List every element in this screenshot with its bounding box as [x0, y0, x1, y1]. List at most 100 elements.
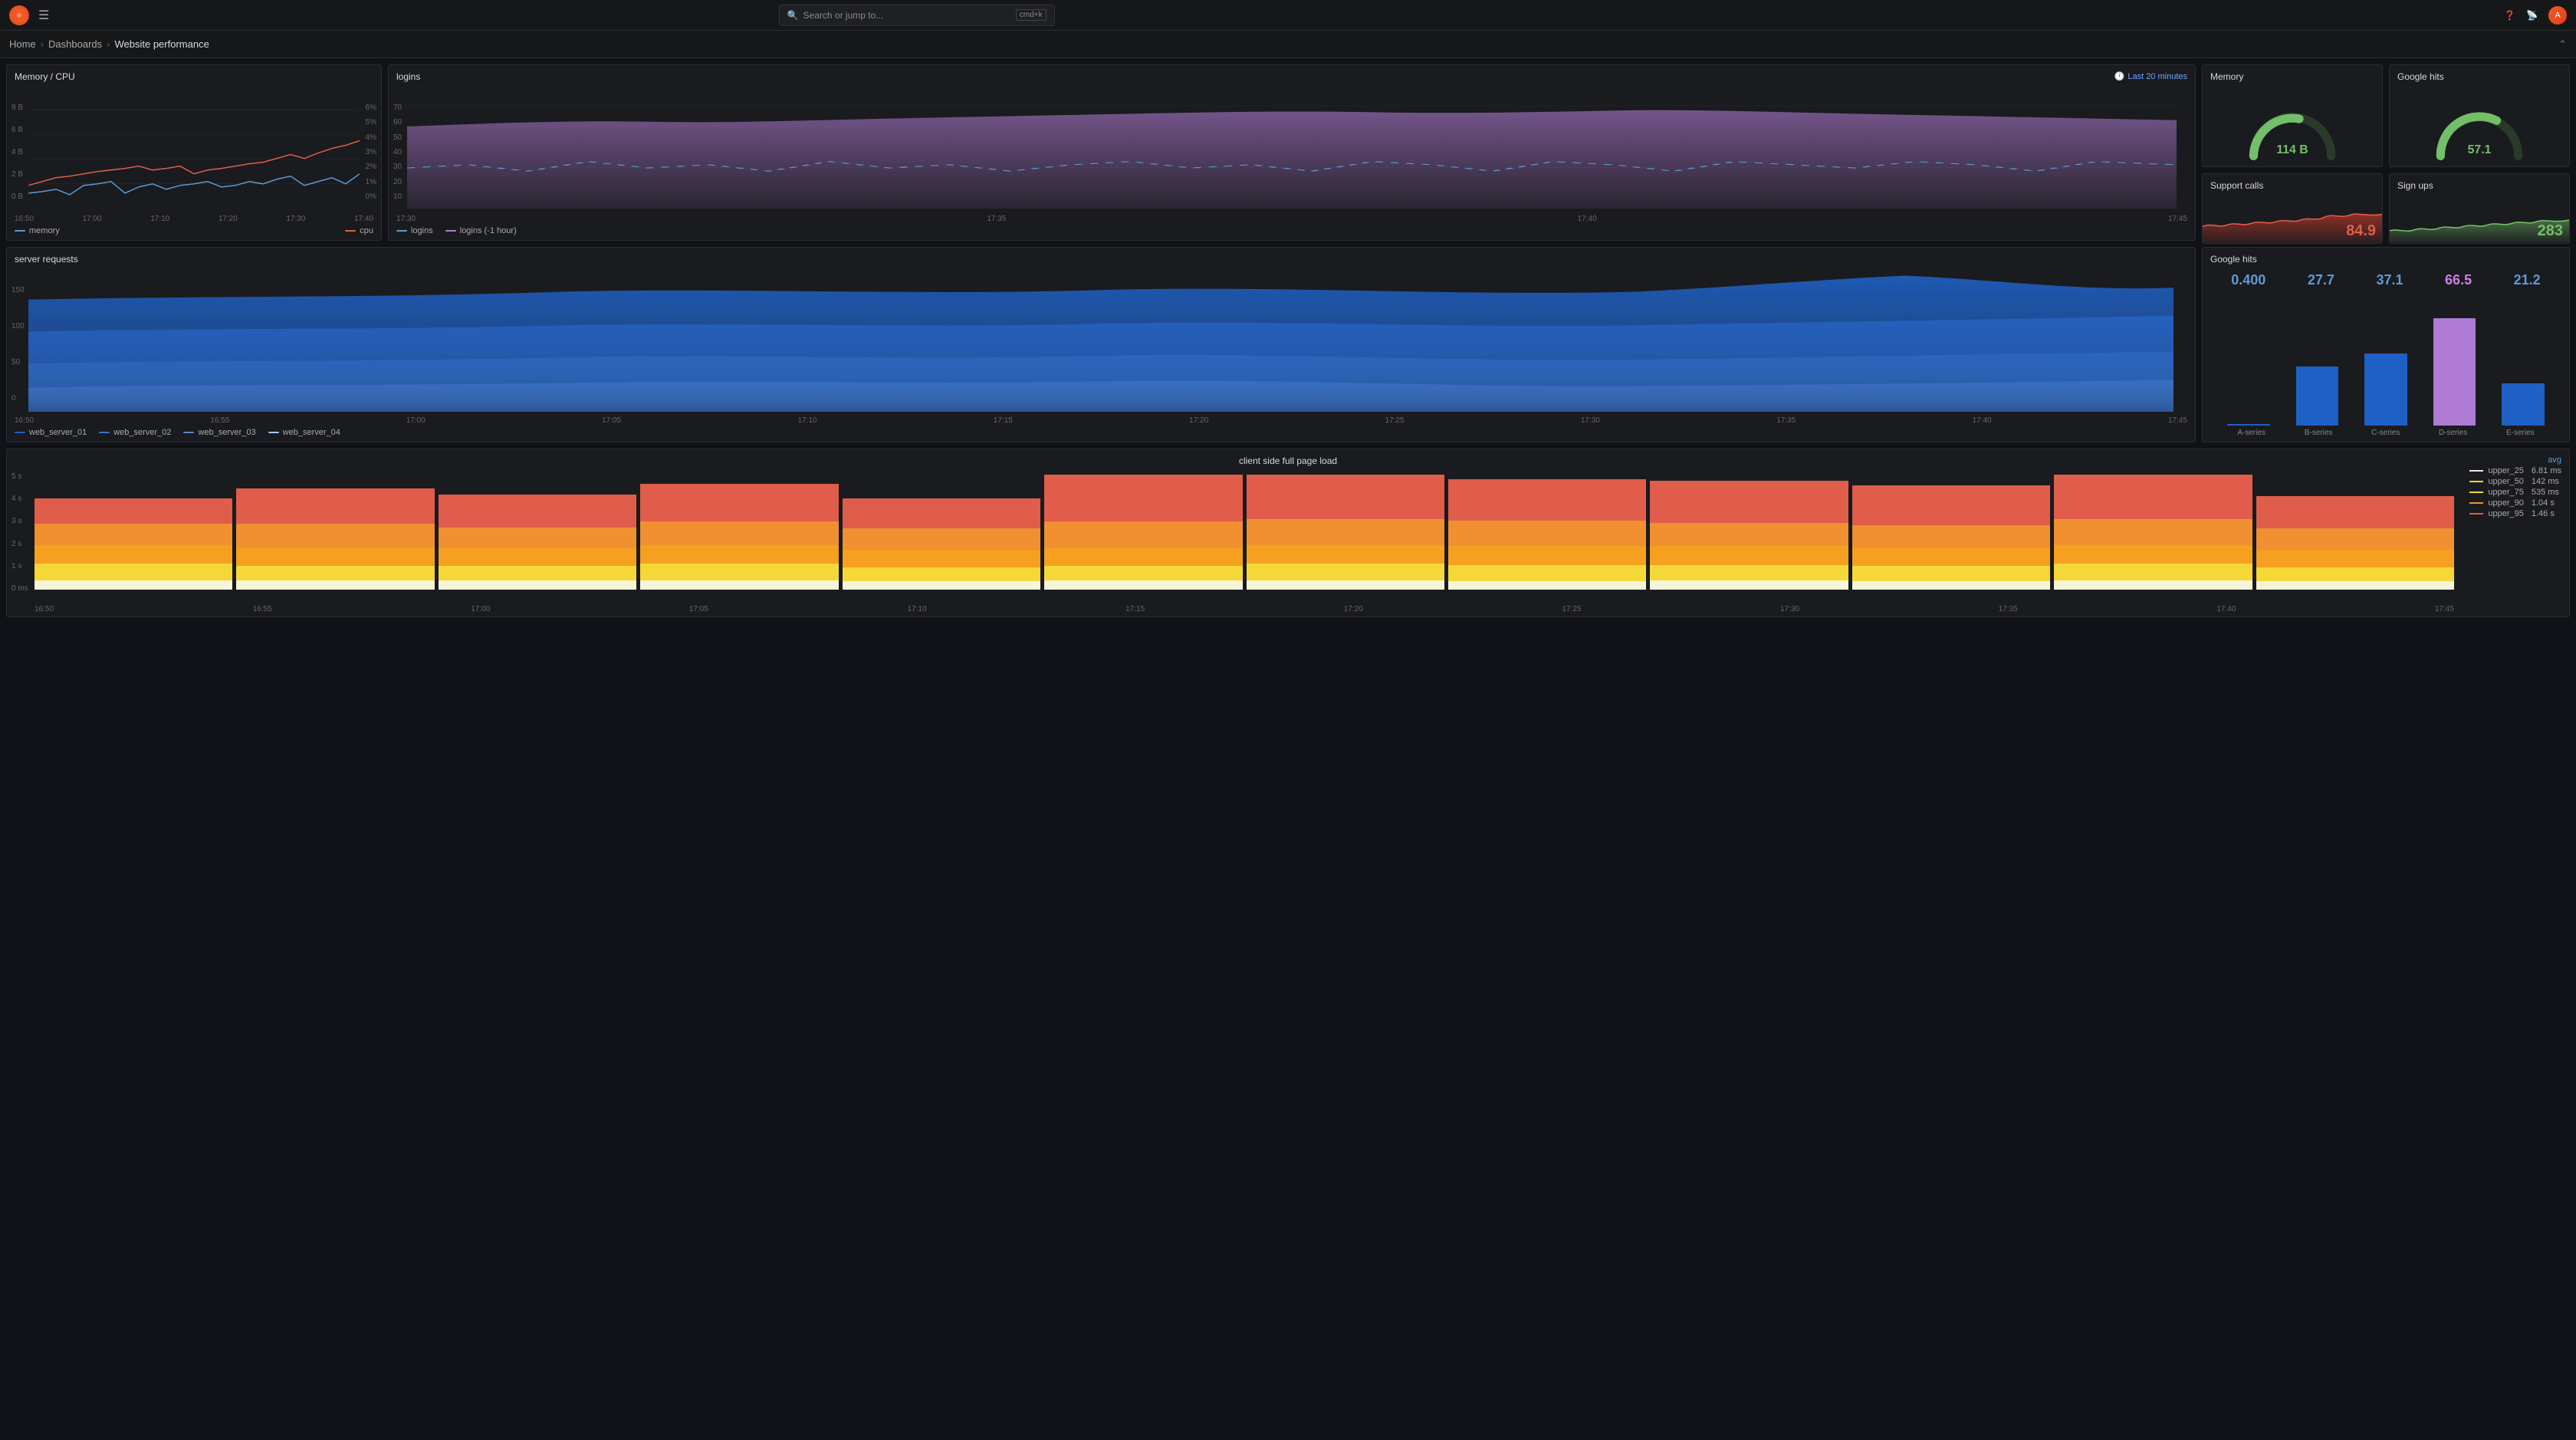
- sign-ups-chart: 283: [2390, 194, 2569, 243]
- logins-svg: [389, 85, 2195, 209]
- google-hits-gauge-svg: 57.1: [2426, 91, 2533, 160]
- legend-srv4: web_server_04: [268, 428, 340, 437]
- gh-label-a: A-series: [2237, 429, 2266, 437]
- logins-1h-dot: [445, 230, 456, 232]
- legend-upper90: upper_90 1.04 s: [2469, 498, 2561, 508]
- google-hits-xlabels: A-series B-series C-series D-series E-se…: [2203, 426, 2569, 442]
- dashboards-link[interactable]: Dashboards: [48, 38, 102, 50]
- avg-label: avg: [2469, 455, 2561, 465]
- stacked-bar-12: [2256, 472, 2454, 590]
- server-requests-panel: server requests 150 100 50 0: [6, 247, 2196, 442]
- gh-label-c: C-series: [2371, 429, 2400, 437]
- bar-d-rect: [2433, 318, 2476, 426]
- memory-cpu-title: Memory / CPU: [7, 65, 381, 85]
- search-shortcut: cmd+k: [1016, 9, 1046, 21]
- support-calls-title: Support calls: [2203, 174, 2382, 194]
- google-hits-bars-container: [2203, 288, 2569, 426]
- row-2: server requests 150 100 50 0: [6, 247, 2570, 442]
- bar-d: [2424, 294, 2486, 426]
- breadcrumb-sep1: ›: [41, 38, 44, 50]
- stacked-bar-11: [2054, 472, 2252, 590]
- upper95-dot: [2469, 513, 2483, 515]
- gh-val-c: 37.1: [2376, 272, 2403, 288]
- y-labels-left: 8 B 6 B 4 B 2 B 0 B: [12, 104, 23, 201]
- sparkline-row: Support calls 84.9: [2202, 173, 2570, 244]
- dashboard: Memory / CPU 8 B 6 B 4 B 2 B 0 B 6% 5% 4…: [0, 58, 2576, 623]
- logins-y-labels: 70 60 50 40 30 20 10: [393, 104, 402, 201]
- server-requests-chart: 150 100 50 0: [7, 268, 2195, 418]
- memory-cpu-svg: [7, 85, 381, 209]
- breadcrumb: Home › Dashboards › Website performance …: [0, 31, 2576, 58]
- bar1-upper75: [34, 545, 232, 564]
- gh-val-a: 0.400: [2231, 272, 2266, 288]
- row-3: client side full page load avg upper_25 …: [6, 449, 2570, 617]
- server-requests-title: server requests: [7, 248, 2195, 268]
- logins-title: logins: [389, 65, 2195, 85]
- svg-text:114 B: 114 B: [2276, 143, 2308, 156]
- memory-cpu-legend: memory cpu: [7, 223, 381, 240]
- logins-chart: 70 60 50 40 30 20 10: [389, 85, 2195, 216]
- google-hits-gauge-title: Google hits: [2390, 65, 2569, 85]
- upper50-dot: [2469, 481, 2483, 482]
- memory-gauge-title: Memory: [2203, 65, 2382, 85]
- menu-icon[interactable]: ☰: [38, 8, 49, 23]
- svg-text:57.1: 57.1: [2468, 143, 2492, 156]
- gauge-row-top: Memory 114 B Google hits: [2202, 64, 2570, 167]
- legend-srv1: web_server_01: [15, 428, 87, 437]
- stacked-bar-2: [236, 472, 434, 590]
- row-1: Memory / CPU 8 B 6 B 4 B 2 B 0 B 6% 5% 4…: [6, 64, 2570, 241]
- sign-ups-title: Sign ups: [2390, 174, 2569, 194]
- bar-b: [2287, 294, 2348, 426]
- stacked-bar-7: [1247, 472, 1444, 590]
- breadcrumb-sep2: ›: [107, 38, 110, 50]
- stacked-bar-8: [1448, 472, 1646, 590]
- google-hits-values-row: 0.400 27.7 37.1 66.5 21.2: [2203, 268, 2569, 288]
- current-page: Website performance: [114, 38, 209, 50]
- logins-panel: logins 🕐 Last 20 minutes 70 60 50 40 30 …: [388, 64, 2196, 241]
- help-icon[interactable]: ❓: [2504, 10, 2515, 21]
- legend-upper75: upper_75 535 ms: [2469, 488, 2561, 497]
- stacked-bars-container: [7, 469, 2569, 605]
- home-link[interactable]: Home: [9, 38, 36, 50]
- upper75-dot: [2469, 492, 2483, 493]
- client-page-load-title: client side full page load: [7, 449, 2569, 469]
- grafana-logo[interactable]: [9, 5, 29, 25]
- server-y-labels: 150 100 50 0: [12, 286, 25, 403]
- search-bar[interactable]: 🔍 Search or jump to... cmd+k: [779, 5, 1055, 26]
- bar-e: [2492, 294, 2554, 426]
- top-navigation: ☰ 🔍 Search or jump to... cmd+k ❓ 📡 A: [0, 0, 2576, 31]
- memory-legend-label: memory: [29, 226, 60, 235]
- clock-icon: 🕐: [2114, 71, 2125, 81]
- memory-legend-dot: [15, 230, 25, 232]
- upper25-dot: [2469, 470, 2483, 472]
- bar1-upper90: [34, 524, 232, 545]
- bar-c-rect: [2364, 353, 2407, 426]
- avatar[interactable]: A: [2548, 6, 2567, 25]
- google-hits-bar-panel: Google hits 0.400 27.7 37.1 66.5 21.2: [2202, 247, 2570, 442]
- memory-gauge-container: 114 B: [2203, 85, 2382, 166]
- cpu-legend-label: cpu: [360, 226, 373, 235]
- bar-c: [2355, 294, 2417, 426]
- stacked-bar-4: [640, 472, 838, 590]
- stacked-bar-3: [439, 472, 636, 590]
- y-labels-right: 6% 5% 4% 3% 2% 1% 0%: [366, 104, 376, 201]
- nav-right: ❓ 📡 A: [2504, 6, 2567, 25]
- gh-label-d: D-series: [2439, 429, 2467, 437]
- gh-val-e: 21.2: [2514, 272, 2541, 288]
- gh-val-d: 66.5: [2445, 272, 2472, 288]
- legend-cpu: cpu: [345, 226, 373, 235]
- sign-ups-panel: Sign ups 283: [2389, 173, 2570, 244]
- client-legend-container: avg upper_25 6.81 ms upper_50 142 ms upp…: [2469, 455, 2561, 518]
- support-calls-panel: Support calls 84.9: [2202, 173, 2383, 244]
- right-gauge-col: Memory 114 B Google hits: [2202, 64, 2570, 241]
- gh-val-b: 27.7: [2308, 272, 2334, 288]
- legend-logins: logins: [396, 226, 433, 235]
- legend-logins-minus1: logins (-1 hour): [445, 226, 517, 235]
- news-icon[interactable]: 📡: [2526, 10, 2538, 21]
- stacked-bar-1: [34, 472, 232, 590]
- search-placeholder: Search or jump to...: [803, 10, 884, 21]
- cpu-legend-dot: [345, 230, 356, 232]
- memory-gauge-panel: Memory 114 B: [2202, 64, 2383, 167]
- client-page-load-panel: client side full page load avg upper_25 …: [6, 449, 2570, 617]
- collapse-button[interactable]: ⌃: [2558, 38, 2567, 51]
